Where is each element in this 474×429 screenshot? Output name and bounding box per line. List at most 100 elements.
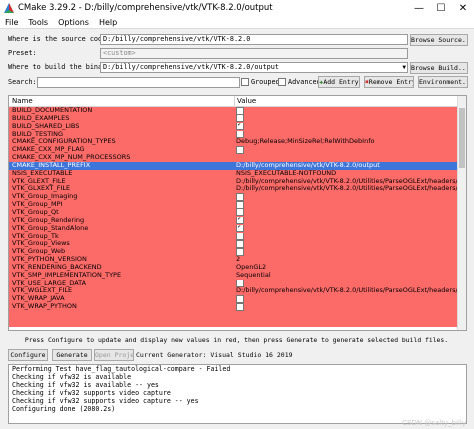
row-value[interactable]: Debug;Release;MinSizeRel;RelWithDebInfo bbox=[236, 138, 458, 146]
row-value[interactable] bbox=[236, 146, 458, 154]
open-project-button[interactable]: Open Project bbox=[94, 349, 134, 361]
table-row[interactable]: VTK_Group_Tk bbox=[9, 232, 458, 241]
value-checkbox[interactable] bbox=[236, 114, 244, 123]
row-value[interactable]: NSIS_EXECUTABLE-NOTFOUND bbox=[236, 170, 458, 178]
row-value[interactable]: 2 bbox=[236, 256, 458, 264]
table-row[interactable]: VTK_PYTHON_VERSION 2 bbox=[9, 256, 458, 264]
table-row[interactable]: VTK_Group_Rendering bbox=[9, 216, 458, 225]
row-value[interactable] bbox=[236, 114, 458, 123]
maximize-button[interactable]: ☐ bbox=[430, 0, 452, 16]
browse-build-button[interactable]: Browse Build... bbox=[410, 62, 468, 74]
column-value-header[interactable]: Value bbox=[234, 96, 256, 106]
table-row[interactable]: BUILD_DOCUMENTATION bbox=[9, 107, 458, 115]
row-value[interactable] bbox=[236, 295, 458, 303]
table-row[interactable]: BUILD_EXAMPLES bbox=[9, 114, 458, 123]
value-checkbox[interactable] bbox=[236, 122, 244, 131]
value-checkbox[interactable] bbox=[236, 130, 244, 139]
row-value[interactable] bbox=[236, 201, 458, 209]
table-row[interactable]: VTK_Group_StandAlone bbox=[9, 224, 458, 233]
table-row[interactable]: VTK_RENDERING_BACKEND OpenGL2 bbox=[9, 263, 458, 272]
preset-select[interactable]: <custom> bbox=[100, 48, 408, 59]
row-value[interactable] bbox=[236, 208, 458, 217]
table-row[interactable]: CMAKE_CXX_MP_FLAG bbox=[9, 146, 458, 155]
advanced-checkbox[interactable] bbox=[278, 78, 286, 87]
row-value[interactable] bbox=[236, 216, 458, 225]
row-value[interactable]: D:/billy/comprehensive/vtk/VTK-8.2.0/out… bbox=[236, 162, 458, 170]
table-row[interactable]: NSIS_EXECUTABLE NSIS_EXECUTABLE-NOTFOUND bbox=[9, 169, 458, 178]
value-checkbox[interactable] bbox=[236, 248, 244, 256]
table-row[interactable]: VTK_WRAP_JAVA bbox=[9, 295, 458, 304]
table-scrollbar[interactable] bbox=[457, 96, 466, 330]
menu-file[interactable]: File bbox=[0, 18, 23, 27]
table-row[interactable]: VTK_GLEXT_FILE D:/billy/comprehensive/vtk… bbox=[9, 177, 458, 186]
row-value[interactable] bbox=[236, 224, 458, 233]
close-button[interactable]: ✕ bbox=[452, 0, 474, 16]
row-value[interactable] bbox=[236, 240, 458, 248]
row-value[interactable]: Sequential bbox=[236, 272, 458, 280]
menu-help[interactable]: Help bbox=[94, 18, 122, 27]
row-value[interactable]: OpenGL2 bbox=[236, 264, 458, 272]
row-value[interactable] bbox=[236, 107, 458, 115]
row-value[interactable] bbox=[236, 248, 458, 256]
value-checkbox[interactable] bbox=[236, 295, 244, 303]
table-row[interactable]: VTK_Group_Qt bbox=[9, 208, 458, 217]
value-checkbox[interactable] bbox=[236, 107, 244, 115]
table-row[interactable]: VTK_Group_MPI bbox=[9, 201, 458, 209]
search-input[interactable] bbox=[37, 77, 240, 88]
row-value[interactable] bbox=[236, 193, 458, 201]
add-entry-button[interactable]: ✚Add Entry bbox=[318, 76, 360, 88]
column-name-header[interactable]: Name bbox=[12, 96, 33, 106]
row-value[interactable]: D:/billy/comprehensive/vtk/VTK-8.2.0/Uti… bbox=[236, 185, 458, 193]
menu-options[interactable]: Options bbox=[53, 18, 94, 27]
value-checkbox[interactable] bbox=[236, 208, 244, 217]
value-checkbox[interactable] bbox=[236, 279, 244, 288]
table-row[interactable]: VTK_GLXEXT_FILE D:/billy/comprehensive/vt… bbox=[9, 185, 458, 194]
value-checkbox[interactable] bbox=[236, 232, 244, 240]
value-checkbox[interactable] bbox=[236, 240, 244, 248]
scrollbar-thumb[interactable] bbox=[459, 108, 465, 168]
generate-button[interactable]: Generate bbox=[52, 349, 92, 361]
output-log[interactable]: Performing Test have_flag_tautological-c… bbox=[8, 364, 467, 424]
grouped-checkbox-box[interactable] bbox=[241, 78, 249, 86]
table-row[interactable] bbox=[9, 318, 458, 327]
value-checkbox[interactable] bbox=[236, 193, 244, 201]
table-row[interactable]: BUILD_SHARED_LIBS bbox=[9, 122, 458, 131]
value-checkbox[interactable] bbox=[236, 146, 244, 154]
table-row[interactable] bbox=[9, 310, 458, 319]
table-row[interactable]: VTK_Group_Web bbox=[9, 248, 458, 257]
table-row[interactable]: VTK_WRAP_PYTHON bbox=[9, 303, 458, 311]
value-checkbox[interactable] bbox=[236, 201, 244, 209]
row-value[interactable] bbox=[236, 130, 458, 139]
row-value[interactable] bbox=[236, 232, 458, 241]
remove-entry-button[interactable]: ✖Remove Entry bbox=[364, 76, 414, 88]
advanced-checkbox-box[interactable] bbox=[278, 78, 286, 86]
value-checkbox[interactable] bbox=[236, 216, 244, 225]
table-row[interactable]: VTK_Group_Views bbox=[9, 240, 458, 249]
table-row[interactable]: VTK_USE_LARGE_DATA bbox=[9, 279, 458, 288]
table-row[interactable]: VTK_WGLEXT_FILE D:/billy/comprehensive/vt… bbox=[9, 287, 458, 296]
row-value[interactable] bbox=[236, 303, 458, 311]
row-value[interactable]: D:/billy/comprehensive/vtk/VTK-8.2.0/Uti… bbox=[236, 287, 458, 295]
browse-source-button[interactable]: Browse Source... bbox=[410, 34, 468, 46]
value-checkbox[interactable] bbox=[236, 303, 244, 311]
environment-button[interactable]: Environment... bbox=[418, 76, 468, 88]
binaries-path-combobox[interactable]: D:/billy/comprehensive/vtk/VTK-8.2.0/out… bbox=[100, 62, 408, 73]
grouped-checkbox[interactable] bbox=[241, 78, 249, 87]
table-row[interactable]: BUILD_TESTING bbox=[9, 130, 458, 139]
configure-button[interactable]: Configure bbox=[8, 349, 48, 361]
table-row[interactable]: CMAKE_CXX_MP_NUM_PROCESSORS bbox=[9, 154, 458, 162]
table-row[interactable]: VTK_Group_Imaging bbox=[9, 193, 458, 202]
chevron-down-icon[interactable]: ▼ bbox=[402, 63, 406, 72]
row-name: CMAKE_INSTALL_PREFIX bbox=[12, 161, 91, 169]
row-value[interactable] bbox=[236, 122, 458, 131]
value-checkbox[interactable] bbox=[236, 224, 244, 233]
table-row[interactable]: VTK_SMP_IMPLEMENTATION_TYPE Sequential bbox=[9, 271, 458, 280]
source-path-input[interactable]: D:/billy/comprehensive/vtk/VTK-8.2.0 bbox=[100, 34, 408, 45]
menu-tools[interactable]: Tools bbox=[23, 18, 53, 27]
table-row[interactable]: CMAKE_INSTALL_PREFIX D:/billy/comprehensi… bbox=[9, 161, 458, 170]
row-value[interactable]: D:/billy/comprehensive/vtk/VTK-8.2.0/Uti… bbox=[236, 178, 458, 186]
row-value[interactable] bbox=[236, 279, 458, 288]
cache-table[interactable]: Name Value BUILD_DOCUMENTATION BUILD_EXAM… bbox=[8, 95, 467, 331]
minimize-button[interactable]: — bbox=[408, 0, 430, 16]
table-row[interactable]: CMAKE_CONFIGURATION_TYPES Debug;Release;M… bbox=[9, 138, 458, 147]
